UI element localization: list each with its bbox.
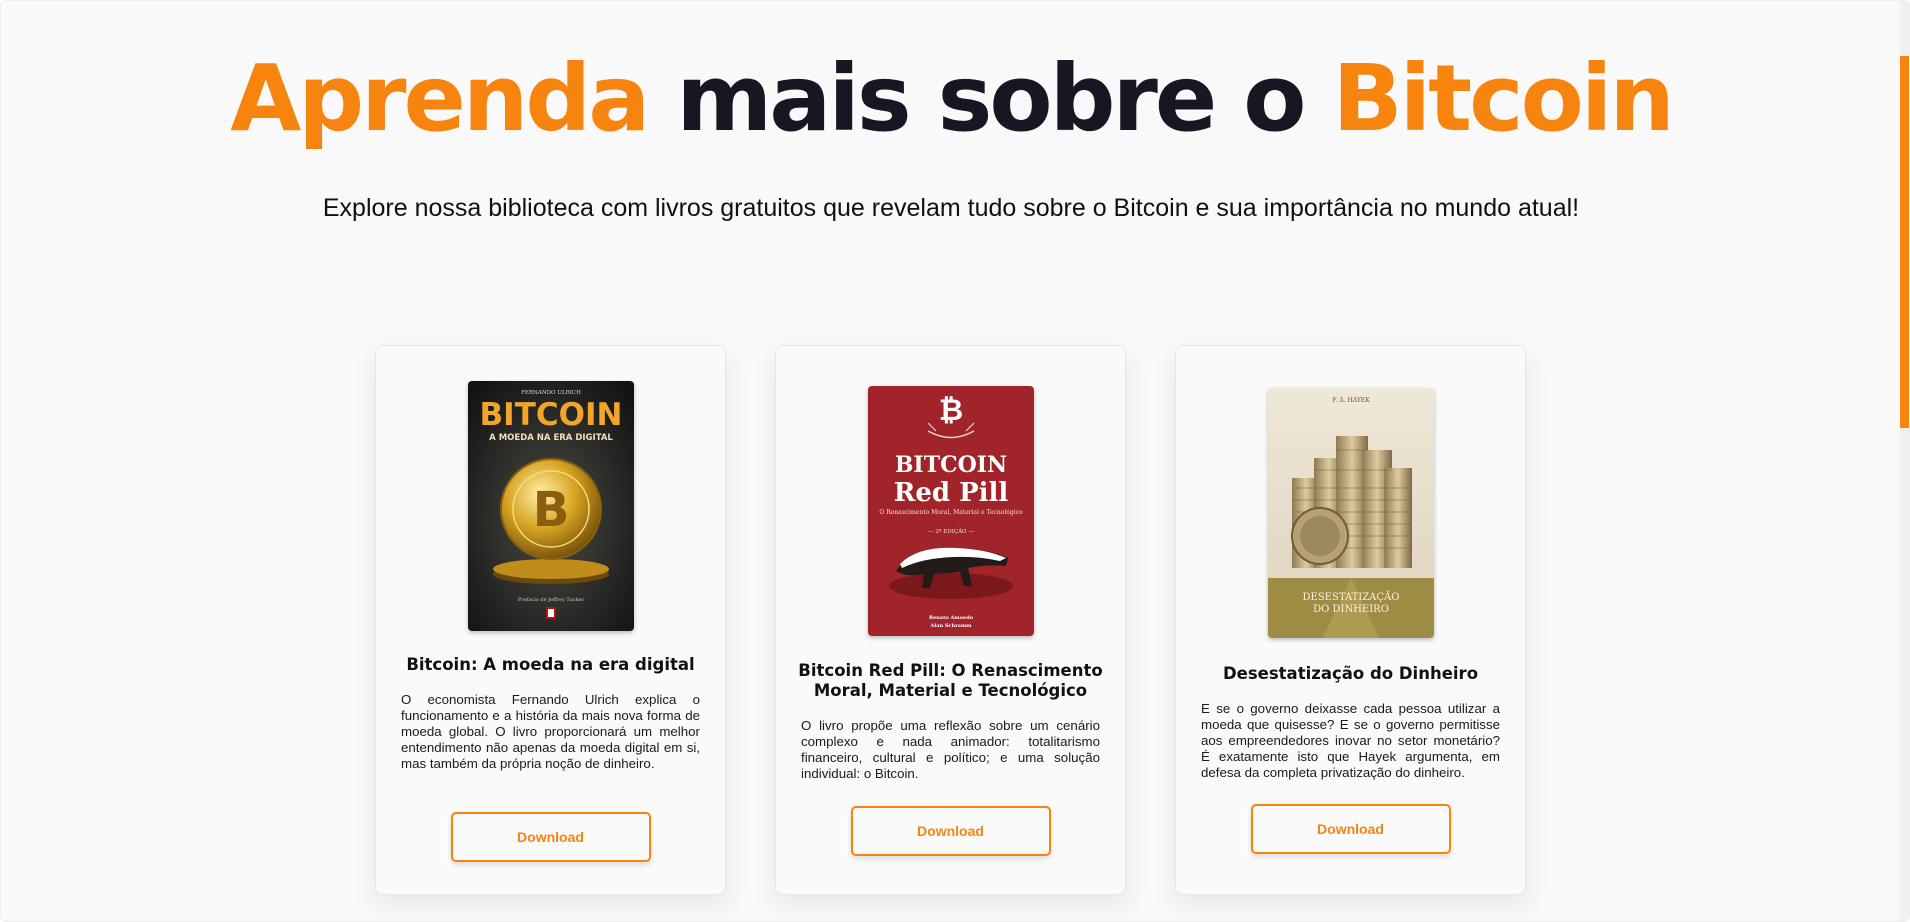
book-description: O economista Fernando Ulrich explica o f… <box>401 692 700 771</box>
book-cover-bitcoin-moeda-era-digital: FERNANDO ULRICH BITCOIN A MOEDA NA ERA D… <box>467 381 634 631</box>
title-accent-bitcoin: Bitcoin <box>1332 45 1675 152</box>
book-title: Bitcoin: A moeda na era digital <box>406 655 695 674</box>
book-description: O livro propõe uma reflexão sobre um cen… <box>801 718 1100 781</box>
cover-author-text: F. A. HAYEK <box>1332 397 1370 404</box>
book-title: Desestatização do Dinheiro <box>1222 664 1479 683</box>
book-card-desestatizacao-do-dinheiro: F. A. HAYEK DESESTATIZAÇÃO DO DINHEIRO D… <box>1175 345 1526 895</box>
download-button[interactable]: Download <box>450 812 651 862</box>
title-middle-text: mais sobre o <box>647 45 1333 152</box>
scrollbar-thumb[interactable] <box>1900 56 1909 428</box>
cover-title-text: BITCOIN <box>479 397 622 433</box>
book-cover-desestatizacao-do-dinheiro: F. A. HAYEK DESESTATIZAÇÃO DO DINHEIRO <box>1267 388 1434 638</box>
book-card-bitcoin-moeda-era-digital: FERNANDO ULRICH BITCOIN A MOEDA NA ERA D… <box>375 345 726 895</box>
cover-author1-text: Renato Amoedo <box>928 615 973 621</box>
cover-subtitle-text: O Renascimento Moral, Material e Tecnoló… <box>879 509 1023 516</box>
cover-author2-text: Alan Schramm <box>929 623 972 629</box>
svg-text:₿: ₿ <box>938 393 962 428</box>
cover-title-line2: Red Pill <box>893 478 1008 508</box>
title-accent-aprenda: Aprenda <box>230 45 650 152</box>
book-cover-bitcoin-red-pill: ₿ BITCOIN Red Pill O Renascimento Moral,… <box>867 386 1034 636</box>
cover-subtitle-text: A MOEDA NA ERA DIGITAL <box>489 433 613 443</box>
page-subtitle: Explore nossa biblioteca com livros grat… <box>322 194 1580 222</box>
download-button[interactable]: Download <box>850 806 1051 856</box>
cover-edition-text: — 2ª EDIÇÃO — <box>928 527 974 535</box>
cover-author-text: FERNANDO ULRICH <box>521 390 581 396</box>
page-title: Aprenda mais sobre o Bitcoin <box>1 41 1901 156</box>
cover-preface-text: Prefácio de Jeffrey Tucker <box>517 596 584 603</box>
cover-title-line1: BITCOIN <box>894 452 1006 478</box>
book-card-bitcoin-red-pill: ₿ BITCOIN Red Pill O Renascimento Moral,… <box>775 345 1126 895</box>
landing-page: Aprenda mais sobre o Bitcoin Explore nos… <box>0 0 1910 922</box>
svg-text:B: B <box>532 482 569 538</box>
cover-title-line2: DO DINHEIRO <box>1313 604 1389 615</box>
book-description: E se o governo deixasse cada pessoa util… <box>1201 701 1500 780</box>
book-title: Bitcoin Red Pill: O Renascimento Moral, … <box>798 661 1103 700</box>
cover-title-line1: DESESTATIZAÇÃO <box>1302 591 1399 603</box>
download-button[interactable]: Download <box>1250 804 1451 854</box>
